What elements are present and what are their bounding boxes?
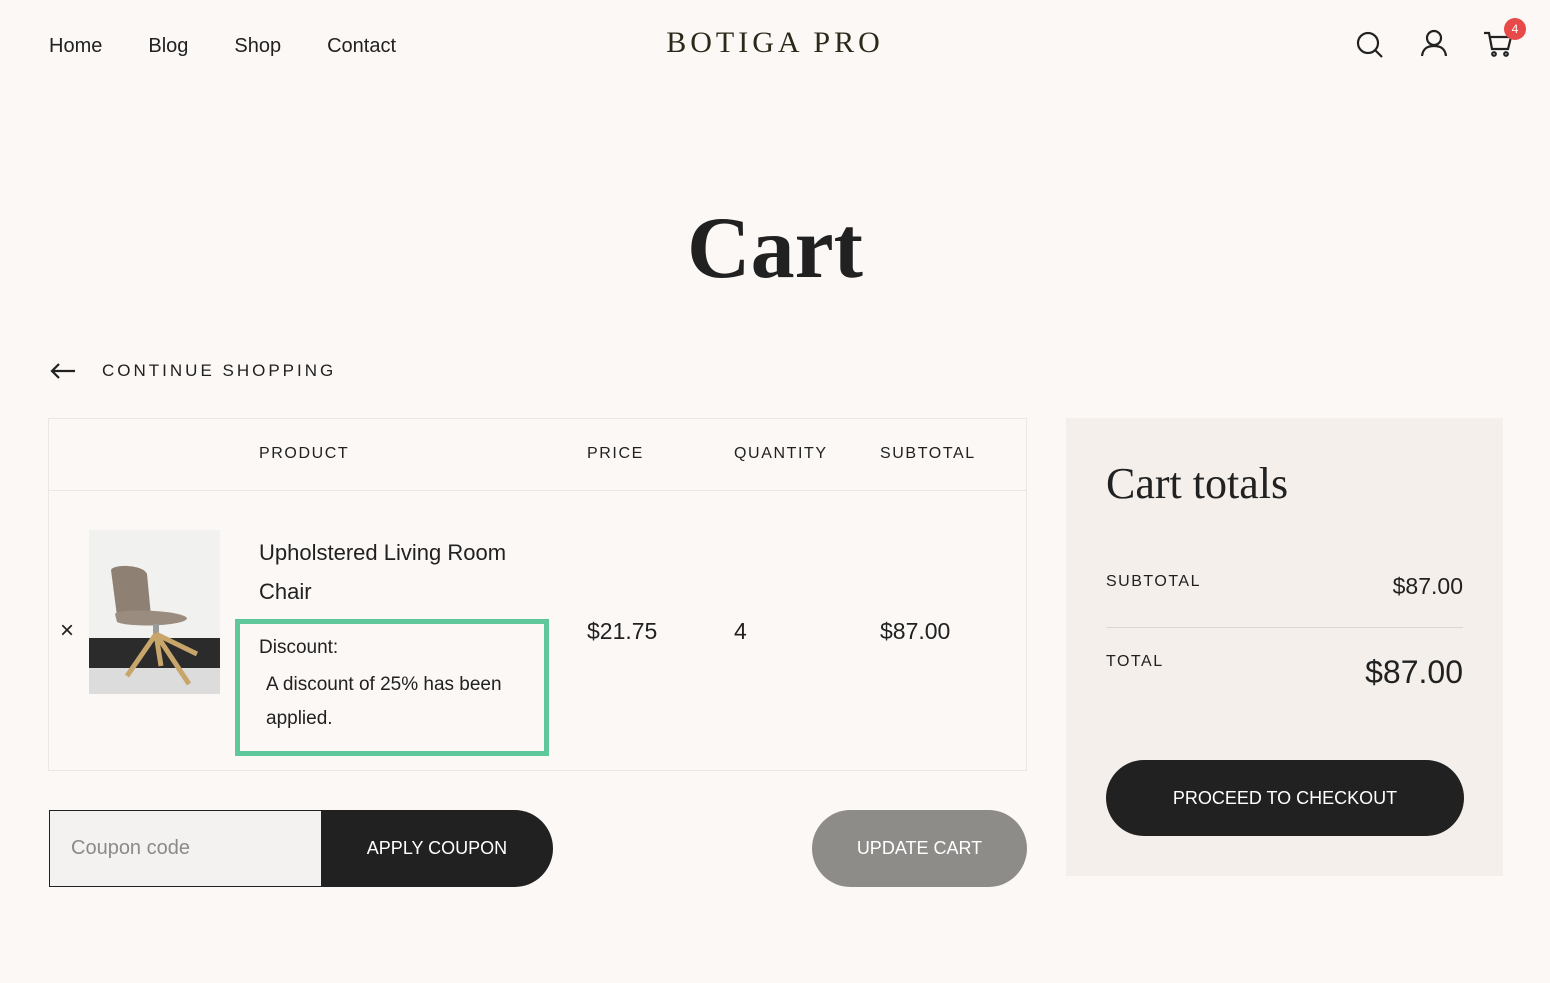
product-name-link[interactable]: Upholstered Living Room Chair	[259, 533, 559, 611]
cart-totals-panel: Cart totals SUBTOTAL $87.00 TOTAL $87.00…	[1066, 418, 1503, 876]
discount-text: A discount of 25% has been applied.	[266, 674, 502, 729]
discount-label: Discount:	[259, 637, 339, 658]
user-icon[interactable]	[1418, 28, 1450, 60]
column-header-quantity: QUANTITY	[734, 445, 828, 462]
continue-shopping-label: CONTINUE SHOPPING	[102, 361, 337, 380]
item-subtotal: $87.00	[880, 618, 951, 644]
totals-total-value: $87.00	[1365, 654, 1463, 690]
update-cart-button[interactable]: UPDATE CART	[812, 810, 1027, 887]
coupon-code-input[interactable]	[49, 810, 323, 887]
site-header: Home Blog Shop Contact BOTIGA PRO 4	[0, 0, 1550, 92]
continue-shopping-link[interactable]: CONTINUE SHOPPING	[49, 360, 336, 382]
totals-subtotal-value: $87.00	[1392, 573, 1463, 599]
arrow-left-icon	[50, 363, 75, 379]
proceed-to-checkout-button[interactable]: PROCEED TO CHECKOUT	[1106, 760, 1464, 836]
cart-table: PRODUCT PRICE QUANTITY SUBTOTAL × Uphols…	[48, 418, 1027, 771]
totals-divider	[1106, 627, 1463, 628]
column-header-price: PRICE	[587, 445, 644, 462]
cart-totals-title: Cart totals	[1106, 459, 1289, 508]
discount-notice: Discount: A discount of 25% has been app…	[235, 619, 549, 756]
cart-count-badge: 4	[1504, 18, 1526, 40]
item-price: $21.75	[587, 618, 658, 644]
remove-item-button[interactable]: ×	[60, 619, 74, 643]
totals-total-label: TOTAL	[1106, 653, 1164, 670]
page-title: Cart	[687, 200, 863, 297]
column-header-product: PRODUCT	[259, 445, 350, 462]
site-logo[interactable]: BOTIGA PRO	[0, 26, 1550, 60]
cart-table-header: PRODUCT PRICE QUANTITY SUBTOTAL	[49, 419, 1026, 491]
apply-coupon-button[interactable]: APPLY COUPON	[321, 810, 553, 887]
cart-icon[interactable]: 4	[1482, 18, 1526, 60]
search-icon[interactable]	[1354, 28, 1386, 60]
totals-subtotal-label: SUBTOTAL	[1106, 573, 1201, 590]
product-thumbnail[interactable]	[89, 530, 220, 694]
column-header-subtotal: SUBTOTAL	[880, 445, 976, 462]
item-quantity[interactable]: 4	[734, 618, 747, 645]
header-actions: 4	[1354, 18, 1526, 60]
